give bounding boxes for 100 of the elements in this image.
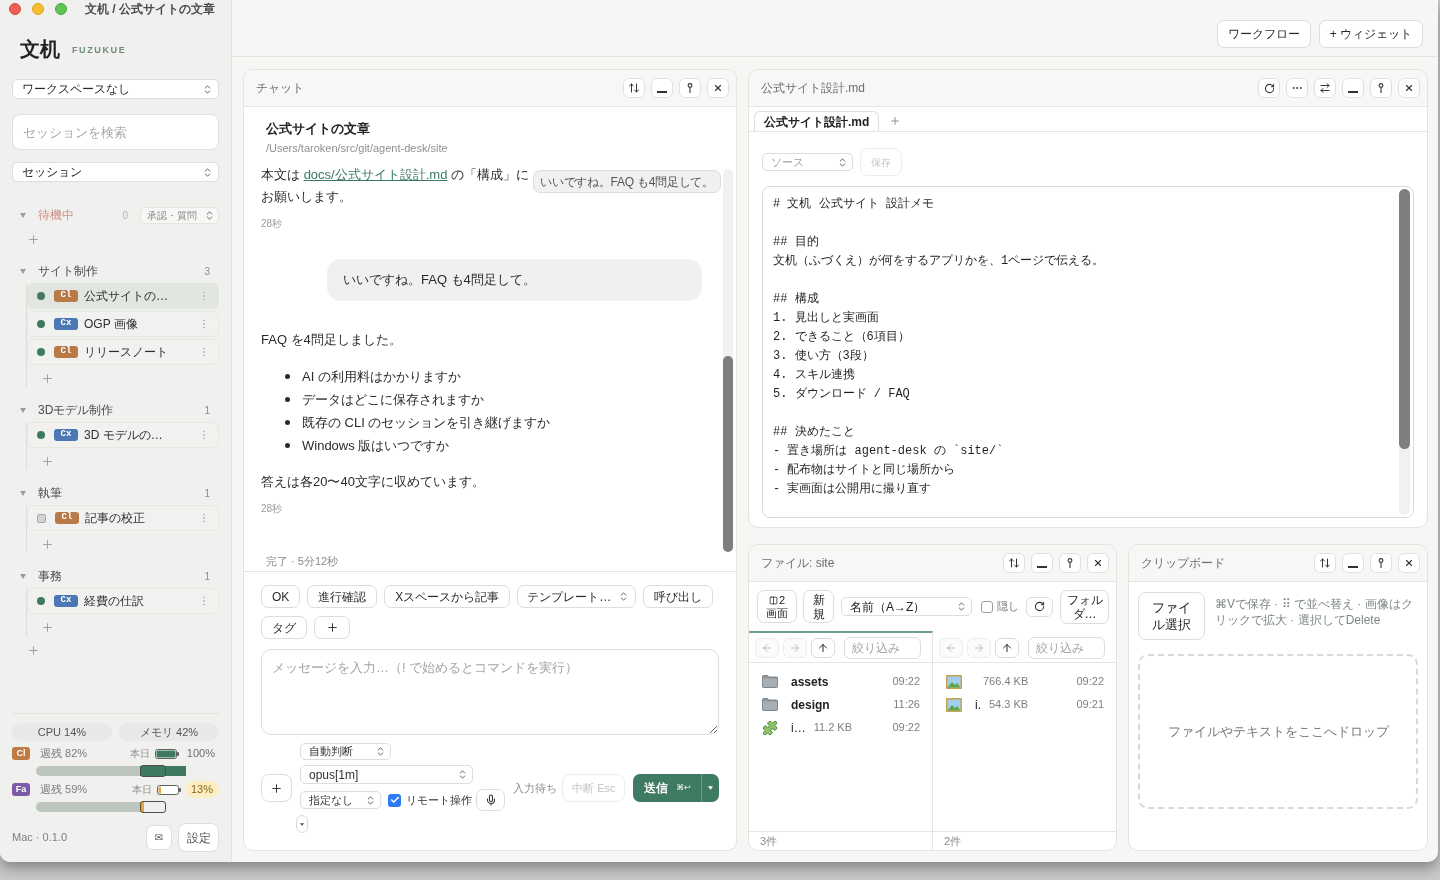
file-row[interactable]: i… 11.2 KB 09:22 <box>749 716 932 739</box>
more-button[interactable] <box>1286 78 1308 98</box>
pin-button[interactable] <box>679 78 701 98</box>
chevron-up-down-icon <box>202 166 213 178</box>
add-action-button[interactable] <box>314 616 350 639</box>
agent-badge: Cl <box>12 747 30 760</box>
expand-button[interactable] <box>296 815 308 833</box>
minimize-button[interactable] <box>1342 553 1364 573</box>
pin-icon <box>1378 83 1384 93</box>
caret-icon[interactable] <box>20 490 26 496</box>
file-row[interactable]: i. 54.3 KB 09:21 <box>933 693 1116 716</box>
close-button[interactable] <box>707 78 729 98</box>
puzzle-icon <box>762 719 778 736</box>
effort-select[interactable]: 自動判断 <box>300 743 391 760</box>
file-time: 09:22 <box>1076 674 1104 690</box>
microphone-button[interactable] <box>476 789 505 811</box>
quick-action-button[interactable]: Xスペースから記事 <box>384 585 511 608</box>
send-options-button[interactable] <box>701 774 719 802</box>
toolbar-button[interactable]: + ウィジェット <box>1318 20 1423 48</box>
pin-button[interactable] <box>1370 78 1392 98</box>
close-button[interactable] <box>1398 78 1420 98</box>
message-input[interactable]: メッセージを入力…（! で始めるとコマンドを実行） <box>261 649 719 735</box>
chevron-up-down-icon <box>204 209 215 221</box>
checkbox[interactable] <box>981 600 993 613</box>
session-search-field[interactable]: セッションを検索 <box>12 114 219 150</box>
sort-button[interactable] <box>1003 553 1025 573</box>
template-select[interactable]: テンプレート… <box>517 585 637 608</box>
window-close-button[interactable] <box>9 3 21 15</box>
quick-action-button[interactable]: OK <box>261 585 301 608</box>
pin-button[interactable] <box>1370 553 1392 573</box>
file-row[interactable]: 766.4 KB 09:22 <box>933 670 1116 693</box>
attach-button[interactable] <box>261 774 292 802</box>
close-icon <box>1093 558 1103 568</box>
pick-file-button[interactable]: ファイル選択 <box>1138 592 1205 640</box>
window-zoom-button[interactable] <box>55 3 67 15</box>
session-item[interactable]: Cl リリースノート <box>27 339 219 365</box>
weekly-remaining: 週残 82% <box>40 746 88 762</box>
scrollbar-thumb[interactable] <box>1399 189 1410 449</box>
bullet-icon <box>285 443 290 448</box>
file-link[interactable]: docs/公式サイト設計.md <box>303 167 448 182</box>
caret-icon[interactable] <box>20 268 26 274</box>
caret-icon[interactable] <box>20 212 26 218</box>
file-row[interactable]: assets 09:22 <box>749 670 932 693</box>
minimize-button[interactable] <box>651 78 673 98</box>
file-time: 09:21 <box>1076 697 1104 713</box>
file-tab[interactable]: 公式サイト設計.md <box>754 111 880 131</box>
up-button[interactable] <box>995 637 1019 658</box>
plus-icon <box>41 620 54 634</box>
refresh-button[interactable] <box>1026 596 1053 617</box>
checkbox[interactable] <box>388 793 401 807</box>
settings-button[interactable]: 設定 <box>178 823 219 852</box>
sort-select[interactable]: 名前（A→Z） <box>841 597 972 616</box>
plus-icon <box>41 454 54 468</box>
new-button[interactable]: 新規 <box>803 590 834 623</box>
quick-action-button[interactable]: 呼び出し <box>643 585 714 608</box>
window-minimize-button[interactable] <box>32 3 44 15</box>
file-row[interactable]: design 11:26 <box>749 693 932 716</box>
split-view-button[interactable]: 2 画面 <box>757 590 797 623</box>
plus-icon <box>270 781 283 795</box>
minimize-button[interactable] <box>1031 553 1053 573</box>
session-item[interactable]: Cl 記事の校正 <box>27 505 219 531</box>
swap-button[interactable] <box>1314 78 1336 98</box>
scrollbar-thumb[interactable] <box>723 356 733 552</box>
item-count: 3件 <box>760 833 778 849</box>
view-select[interactable]: セッション <box>12 162 219 182</box>
session-item[interactable]: Cx 3D モデルの… <box>27 422 219 448</box>
minimize-button[interactable] <box>1342 78 1364 98</box>
filter-field[interactable]: 絞り込み <box>844 636 921 659</box>
toolbar-button[interactable]: ワークフロー <box>1216 20 1311 48</box>
session-item[interactable]: Cx OGP 画像 <box>27 311 219 337</box>
file-pane[interactable]: 絞り込み 766.4 KB 09:22 i. 54.3 KB 09:21 2件 <box>933 631 1116 850</box>
group-name: 事務 <box>38 568 62 584</box>
mode-select[interactable]: 指定なし <box>300 791 381 809</box>
model-select[interactable]: opus[1m] <box>300 765 473 784</box>
session-item[interactable]: Cx 経費の仕訳 <box>27 588 219 614</box>
code-line: 4. スキル連携 <box>773 368 855 382</box>
caret-icon[interactable] <box>20 573 26 579</box>
mail-button[interactable]: ✉ <box>146 825 172 850</box>
code-line: # 文机 公式サイト 設計メモ <box>773 197 934 211</box>
close-button[interactable] <box>1087 553 1109 573</box>
folder-button[interactable]: フォルダ… <box>1060 589 1109 624</box>
session-item[interactable]: Cl 公式サイトの… <box>27 283 219 309</box>
sort-button[interactable] <box>623 78 645 98</box>
code-editor[interactable]: # 文机 公式サイト 設計メモ ## 目的 文机（ふづくえ）が何をするアプリかを、1ページで伝える。 ## 構成 1. 見出しと実画面 2. できること（6項目） 3. 使い方（3段） 4. スキル連携 5. ダウンロード / FAQ ## 決めたこと - 置き場所は agent-desk の `site/` - 配布物はサイトと同じ場所から - 実画面は公開用に撮り直す <box>762 186 1414 518</box>
up-button[interactable] <box>811 637 835 658</box>
drop-zone[interactable]: ファイルやテキストをここへドロップ <box>1138 654 1418 809</box>
close-button[interactable] <box>1398 553 1420 573</box>
filter-field[interactable]: 絞り込み <box>1028 636 1105 659</box>
quick-action-button[interactable]: タグ <box>261 616 307 639</box>
file-name: design <box>791 696 830 714</box>
resource-usage: メモリ 42% <box>119 723 219 741</box>
chevron-up-down-icon <box>202 83 213 95</box>
file-pane[interactable]: 絞り込み assets 09:22 design 11:26 i… 11.2 KB 09:22 3件 <box>749 631 933 850</box>
refresh-button[interactable] <box>1258 78 1280 98</box>
sort-button[interactable] <box>1314 553 1336 573</box>
pin-button[interactable] <box>1059 553 1081 573</box>
workspace-select[interactable]: ワークスペースなし <box>12 79 219 99</box>
quick-action-button[interactable]: 進行確認 <box>307 585 378 608</box>
caret-icon[interactable] <box>20 407 26 413</box>
send-button[interactable]: 送信 ⌘↩ <box>633 774 701 802</box>
